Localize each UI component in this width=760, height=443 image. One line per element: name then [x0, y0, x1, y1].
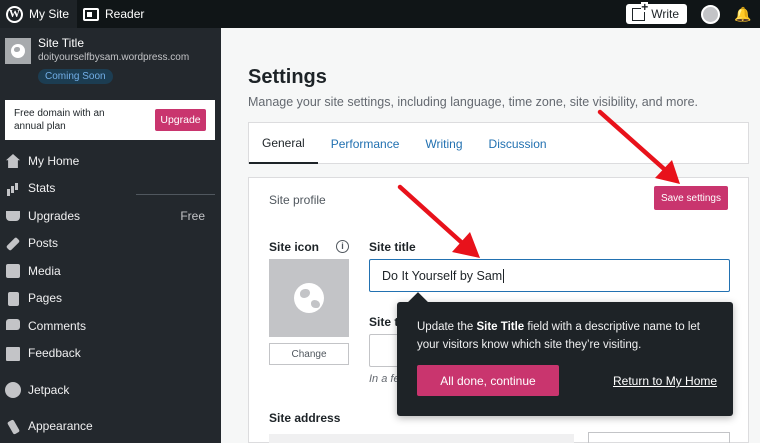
site-address-suffix[interactable]: [588, 432, 730, 443]
avatar[interactable]: [701, 4, 720, 24]
sidebar-item-pages[interactable]: Pages: [0, 285, 221, 313]
site-title-value: Do It Yourself by Sam: [382, 268, 503, 283]
sidebar-item-label: My Home: [28, 153, 80, 168]
sidebar-item-upgrades[interactable]: Upgrades Free: [0, 202, 221, 230]
all-done-continue-button[interactable]: All done, continue: [417, 365, 559, 396]
sidebar-item-label: Pages: [28, 291, 63, 306]
site-title-label: Site title: [369, 240, 416, 254]
pages-icon: [8, 291, 19, 306]
my-site-button[interactable]: W My Site: [0, 0, 78, 28]
sidebar-item-comments[interactable]: Comments: [0, 312, 221, 340]
wordpress-logo-icon: W: [6, 5, 23, 23]
sidebar-item-stats[interactable]: Stats: [0, 175, 221, 203]
sidebar-item-media[interactable]: Media: [0, 257, 221, 285]
tab-general[interactable]: General: [249, 123, 318, 164]
jetpack-icon: [5, 382, 21, 398]
globe-icon: [294, 283, 324, 313]
site-url: doityourselfbysam.wordpress.com: [38, 52, 190, 63]
my-site-label: My Site: [29, 7, 70, 21]
site-icon-preview[interactable]: [269, 259, 349, 337]
sidebar-item-label: Appearance: [28, 419, 93, 434]
page-title: Settings: [248, 66, 327, 88]
tooltip-text: Update the Site Title field with a descr…: [417, 321, 700, 351]
tab-performance[interactable]: Performance: [318, 123, 413, 164]
coming-soon-badge: Coming Soon: [38, 69, 113, 84]
sidebar-item-label: Media: [28, 263, 61, 278]
text-caret: [503, 268, 505, 283]
comment-bubble-icon: [6, 319, 20, 330]
site-thumbnail: [5, 38, 31, 64]
reader-label: Reader: [105, 7, 145, 21]
sidebar-item-label: Jetpack: [28, 382, 70, 397]
sidebar-item-label: Stats: [28, 181, 56, 196]
site-profile-header: Site profile Save settings: [248, 177, 749, 219]
brush-icon: [6, 418, 21, 435]
reader-icon: [83, 7, 100, 21]
upgrades-free-badge: Free: [180, 208, 205, 223]
globe-icon: [11, 44, 25, 58]
site-profile-label: Site profile: [269, 193, 326, 207]
sidebar-item-label: Upgrades: [28, 208, 81, 223]
site-card[interactable]: Site Title doityourselfbysam.wordpress.c…: [0, 28, 221, 92]
sidebar-divider: [136, 194, 215, 195]
site-title-tooltip: Update the Site Title field with a descr…: [397, 302, 733, 416]
feedback-icon: [6, 346, 20, 361]
write-icon: [632, 1, 649, 21]
site-tagline-label: Site t: [369, 315, 399, 329]
sidebar-item-feedback[interactable]: Feedback: [0, 340, 221, 368]
settings-tabs: General Performance Writing Discussion: [248, 122, 749, 164]
cart-icon: [6, 211, 20, 221]
tagline-hint: In a fe: [369, 373, 400, 385]
save-settings-button[interactable]: Save settings: [653, 186, 728, 210]
site-address-field[interactable]: [269, 434, 574, 443]
site-icon-label: Site icon: [269, 240, 320, 254]
media-icon: [6, 264, 20, 278]
house-icon: [6, 154, 20, 168]
write-label: Write: [651, 7, 679, 21]
tab-discussion[interactable]: Discussion: [476, 123, 560, 164]
pushpin-icon: [5, 236, 21, 251]
info-icon[interactable]: i: [336, 240, 349, 253]
change-icon-button[interactable]: Change: [269, 343, 349, 365]
upgrade-button[interactable]: Upgrade: [155, 109, 206, 131]
notifications-bell-icon[interactable]: 🔔: [734, 6, 751, 22]
bar-chart-icon: [6, 182, 20, 196]
masterbar: W My Site Reader Write 🔔: [0, 0, 760, 28]
sidebar-item-label: Feedback: [28, 346, 81, 361]
sidebar-item-posts[interactable]: Posts: [0, 230, 221, 258]
sidebar-item-appearance[interactable]: Appearance: [0, 413, 221, 441]
tab-writing[interactable]: Writing: [412, 123, 475, 164]
site-title-input[interactable]: Do It Yourself by Sam: [369, 259, 730, 292]
sidebar-item-jetpack[interactable]: Jetpack: [0, 376, 221, 404]
site-title: Site Title: [38, 36, 85, 50]
sidebar-item-my-home[interactable]: My Home: [0, 147, 221, 175]
write-button[interactable]: Write: [626, 1, 687, 24]
sidebar-item-label: Posts: [28, 236, 59, 251]
sidebar: Site Title doityourselfbysam.wordpress.c…: [0, 28, 221, 443]
site-address-label: Site address: [269, 411, 341, 425]
reader-button[interactable]: Reader: [77, 0, 152, 28]
free-domain-card: Free domain with an annual plan Upgrade: [5, 100, 215, 140]
sidebar-nav: My Home Stats Upgrades Free Posts Media …: [0, 147, 221, 440]
page-subtitle: Manage your site settings, including lan…: [248, 95, 699, 109]
return-to-my-home-link[interactable]: Return to My Home: [613, 374, 717, 388]
sidebar-item-label: Comments: [28, 318, 87, 333]
